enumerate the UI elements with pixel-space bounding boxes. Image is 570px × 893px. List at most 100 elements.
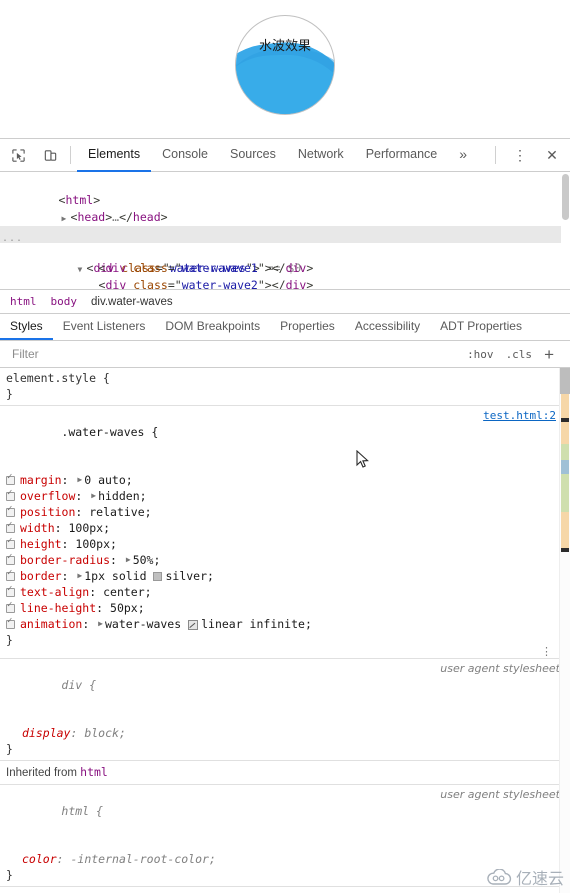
- dom-line-body[interactable]: ▼<body>: [0, 209, 570, 241]
- declaration-checkbox[interactable]: [6, 505, 15, 517]
- tab-event-listeners[interactable]: Event Listeners: [53, 314, 156, 340]
- value-color: -internal-root-color;: [70, 852, 216, 866]
- more-tabs-icon[interactable]: »: [448, 139, 478, 172]
- inherited-from-target[interactable]: html: [80, 765, 108, 779]
- devtools-panel: Elements Console Sources Network Perform…: [0, 138, 570, 893]
- minimap-mark: [561, 500, 569, 512]
- declaration-checkbox[interactable]: [6, 521, 15, 533]
- dom-tree-scrollbar[interactable]: [561, 172, 570, 289]
- tab-accessibility[interactable]: Accessibility: [345, 314, 430, 340]
- prop-overflow: overflow: [20, 489, 76, 503]
- declaration-color[interactable]: color: -internal-root-color;: [0, 851, 570, 867]
- declaration-checkbox[interactable]: [6, 537, 15, 549]
- value-border-radius[interactable]: 50%;: [133, 552, 161, 568]
- dom-line-html[interactable]: <html>: [0, 175, 570, 207]
- expand-arrow-icon[interactable]: ▶: [98, 616, 103, 632]
- breadcrumb-item-div-water-waves[interactable]: div.water-waves: [91, 296, 173, 308]
- dom-tree[interactable]: <html> ▶<head>…</head> ▼<body> ... ▼<div…: [0, 172, 570, 290]
- styles-scrollbar[interactable]: [559, 368, 570, 893]
- color-swatch-silver-icon[interactable]: [153, 572, 163, 581]
- declaration-checkbox[interactable]: [6, 553, 15, 565]
- rule-overflow-menu-icon[interactable]: ⋮: [541, 646, 552, 657]
- tab-network[interactable]: Network: [287, 139, 355, 172]
- tab-styles[interactable]: Styles: [0, 314, 53, 340]
- dom-tree-scroll-thumb[interactable]: [562, 174, 569, 220]
- close-icon[interactable]: ✕: [538, 142, 566, 168]
- html-selector-row: html { user agent stylesheet: [0, 787, 570, 851]
- value-text-align[interactable]: center;: [103, 584, 151, 600]
- minimap-mark: [561, 422, 569, 444]
- tab-sources[interactable]: Sources: [219, 139, 287, 172]
- inherited-from-header: Inherited from html: [0, 761, 570, 785]
- breadcrumb-item-body[interactable]: body: [51, 295, 78, 308]
- dom-line-selected-div[interactable]: ... ▼ <div class="water-waves"> == $0: [0, 226, 570, 275]
- declaration-text-align[interactable]: text-align: center;: [0, 584, 570, 600]
- rule-html-user-agent[interactable]: html { user agent stylesheet color: -int…: [0, 785, 570, 887]
- expand-arrow-icon[interactable]: ▶: [77, 472, 82, 488]
- declaration-checkbox[interactable]: [6, 473, 15, 485]
- rule-element-style[interactable]: element.style { }: [0, 368, 570, 406]
- value-width[interactable]: 100px;: [68, 520, 110, 536]
- element-style-close: }: [6, 387, 13, 401]
- dom-line-wave3[interactable]: <div class="water-wave3"></div>: [0, 277, 570, 289]
- water-waves-selector-row: .water-waves { test.html:2: [0, 408, 570, 472]
- source-link-test-html-2[interactable]: test.html:2: [483, 408, 556, 424]
- expand-arrow-icon[interactable]: ▶: [126, 552, 131, 568]
- declaration-checkbox[interactable]: [6, 569, 15, 581]
- source-user-agent-stylesheet: user agent stylesheet: [440, 662, 560, 675]
- declaration-border[interactable]: border: ▶ 1px solid silver;: [0, 568, 570, 584]
- filter-input[interactable]: [10, 346, 462, 362]
- easing-curve-icon[interactable]: [188, 619, 199, 630]
- device-toolbar-icon[interactable]: [36, 142, 64, 168]
- value-line-height[interactable]: 50px;: [110, 600, 145, 616]
- rule-div-user-agent[interactable]: div { user agent stylesheet display: blo…: [0, 659, 570, 761]
- expand-arrow-icon[interactable]: ▶: [91, 488, 96, 504]
- kebab-menu-icon[interactable]: ⋮: [506, 142, 534, 168]
- toolbar-divider: [70, 146, 71, 164]
- cls-button[interactable]: .cls: [500, 348, 539, 361]
- tab-adt-properties[interactable]: ADT Properties: [430, 314, 532, 340]
- declaration-border-radius[interactable]: border-radius: ▶ 50%;: [0, 552, 570, 568]
- dom-line-wave1[interactable]: <div class="water-wave1"></div>: [0, 243, 570, 275]
- breadcrumb: html body div.water-waves: [0, 290, 570, 314]
- inspect-cursor-icon[interactable]: [4, 142, 32, 168]
- value-margin[interactable]: 0 auto;: [84, 472, 132, 488]
- value-position[interactable]: relative;: [89, 504, 151, 520]
- declaration-height[interactable]: height: 100px;: [0, 536, 570, 552]
- declaration-margin[interactable]: margin: ▶ 0 auto;: [0, 472, 570, 488]
- declaration-checkbox[interactable]: [6, 617, 15, 629]
- declaration-width[interactable]: width: 100px;: [0, 520, 570, 536]
- tab-dom-breakpoints[interactable]: DOM Breakpoints: [155, 314, 270, 340]
- declaration-display[interactable]: display: block;: [0, 725, 570, 741]
- declaration-line-height[interactable]: line-height: 50px;: [0, 600, 570, 616]
- declaration-checkbox[interactable]: [6, 585, 15, 597]
- water-waves-label: 水波效果: [258, 39, 311, 54]
- value-overflow[interactable]: hidden;: [98, 488, 146, 504]
- tab-console[interactable]: Console: [151, 139, 219, 172]
- hov-button[interactable]: :hov: [461, 348, 500, 361]
- html-selector: html {: [61, 804, 103, 818]
- tab-properties[interactable]: Properties: [270, 314, 345, 340]
- prop-position: position: [20, 505, 76, 519]
- element-style-selector: element.style {: [6, 371, 110, 385]
- styles-scroll-thumb[interactable]: [560, 368, 570, 394]
- div-selector: div {: [61, 678, 97, 692]
- declaration-overflow[interactable]: overflow: ▶ hidden;: [0, 488, 570, 504]
- prop-border: border: [20, 569, 62, 583]
- declaration-checkbox[interactable]: [6, 489, 15, 501]
- tab-elements[interactable]: Elements: [77, 139, 152, 172]
- declaration-animation[interactable]: animation: ▶ water-waves linear infinite…: [0, 616, 570, 632]
- rule-water-waves[interactable]: .water-waves { test.html:2 margin: ▶ 0 a…: [0, 406, 570, 659]
- new-style-rule-button[interactable]: +: [538, 346, 560, 363]
- breadcrumb-item-html[interactable]: html: [10, 295, 37, 308]
- dom-line-wave2[interactable]: <div class="water-wave2"></div>: [0, 260, 570, 289]
- declaration-position[interactable]: position: relative;: [0, 504, 570, 520]
- declaration-checkbox[interactable]: [6, 601, 15, 613]
- styles-pane[interactable]: element.style { } .water-waves { test.ht…: [0, 368, 570, 893]
- dom-line-head[interactable]: ▶ <head>…</head>: [0, 192, 570, 224]
- devtools-toolbar: Elements Console Sources Network Perform…: [0, 139, 570, 172]
- expand-arrow-icon[interactable]: ▶: [77, 568, 82, 584]
- tab-performance[interactable]: Performance: [355, 139, 449, 172]
- value-height[interactable]: 100px;: [75, 536, 117, 552]
- html-rule-close: }: [6, 868, 13, 882]
